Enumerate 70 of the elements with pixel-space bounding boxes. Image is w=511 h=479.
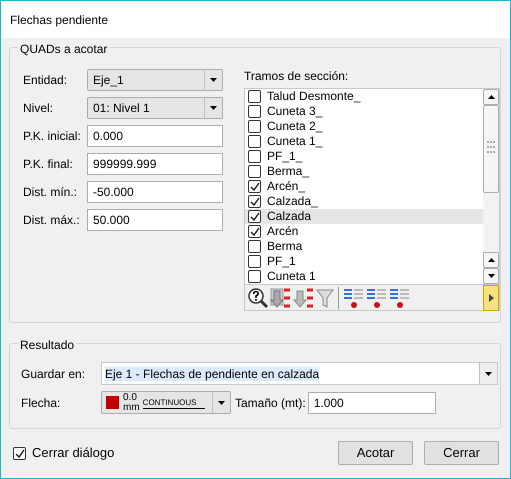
checkbox[interactable] [248,195,261,208]
right-arrow-icon [488,294,494,302]
caret-icon [210,106,217,110]
input-field[interactable]: 999999.999 [87,153,223,175]
checkbox[interactable] [248,165,261,178]
dropdown[interactable]: Eje_1 [87,69,223,91]
sort-ascending-icon[interactable] [270,286,292,308]
list-item[interactable]: Cuneta 2_ [245,119,483,134]
up-arrow-icon [488,95,494,99]
dropdown[interactable]: Eje 1 - Flechas de pendiente en calzada [101,362,498,385]
list-item[interactable]: PF_1_ [245,149,483,164]
field-label: Entidad: [23,72,68,89]
list-item[interactable]: PF_1 [245,254,483,269]
list-item[interactable]: Arcén_ [245,179,483,194]
scroll-up-button[interactable] [483,252,499,268]
caret-icon [485,372,492,376]
expand-button[interactable] [483,284,499,310]
dialog-button[interactable]: Acotar [338,441,413,465]
list-item[interactable]: Calzada_ [245,194,483,209]
sort-descending-icon[interactable] [293,286,315,308]
caret-icon [218,400,225,404]
list-item[interactable]: Cuneta 1_ [245,134,483,149]
list-item[interactable]: Berma_ [245,164,483,179]
list-item[interactable]: Talud Desmonte_ [245,89,483,104]
list-item[interactable]: Cuneta 1 [245,269,483,284]
list-item[interactable]: Cuneta 3_ [245,104,483,119]
scroll-down-button[interactable] [483,268,499,284]
checkbox[interactable] [13,446,26,460]
field-label: P.K. inicial: [23,128,82,145]
checkbox[interactable] [248,270,261,283]
input-field[interactable]: 50.000 [87,209,223,231]
filter-icon[interactable] [316,286,334,308]
column-list-icon[interactable] [389,286,411,308]
checkbox[interactable] [248,150,261,163]
input-field[interactable]: 0.000 [87,125,223,147]
field-label: P.K. final: [23,156,74,173]
checkbox[interactable] [248,210,261,223]
checkbox[interactable] [248,240,261,253]
column-list-icon[interactable] [366,286,388,308]
list-item[interactable]: Berma [245,239,483,254]
dropdown[interactable]: 01: Nivel 1 [87,97,223,119]
checkbox[interactable] [248,255,261,268]
dialog-button[interactable]: Cerrar [424,441,499,465]
checkbox[interactable] [248,105,261,118]
checkbox[interactable] [248,180,261,193]
input-field[interactable]: 1.000 [308,392,436,414]
help-search-icon[interactable] [247,286,269,308]
list-label: Tramos de sección: [244,68,350,85]
up-arrow-icon [488,258,494,262]
field-label: Dist. máx.: [23,212,81,229]
list-item[interactable]: Arcén [245,224,483,239]
field-label: Nivel: [23,100,54,117]
checkbox[interactable] [248,90,261,103]
list-item[interactable]: Calzada [245,209,483,224]
window-title: Flechas pendiente [10,12,108,28]
checkbox-label[interactable]: Cerrar diálogo [32,443,114,463]
checkbox[interactable] [248,135,261,148]
caret-icon [210,78,217,82]
column-list-icon[interactable] [343,286,365,308]
dropdown-button[interactable] [479,363,497,384]
checkbox[interactable] [248,225,261,238]
field-label: Guardar en: [21,366,86,382]
scroll-up-button[interactable] [483,89,499,105]
scroll-thumb[interactable] [483,105,499,193]
checkbox[interactable] [248,120,261,133]
field-label: Dist. mín.: [23,184,78,201]
caret-icon [488,274,494,278]
input-field[interactable]: -50.000 [87,181,223,203]
field-label: Flecha: [21,394,62,412]
field-label: Tamaño (mt): [235,394,306,412]
